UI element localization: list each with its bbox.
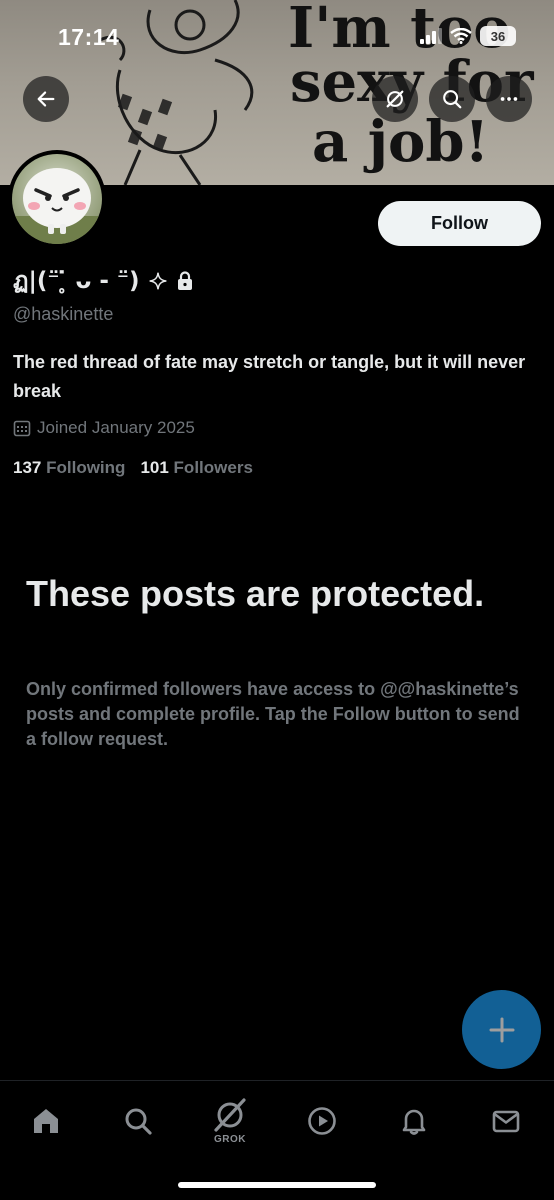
tab-search[interactable]: [114, 1097, 162, 1145]
followers-count: 101: [140, 458, 169, 477]
display-name: ฏ|(⁻̈ ̥̇ ᴗ - ⁻̈): [13, 268, 140, 294]
home-indicator: [178, 1182, 376, 1188]
banner-text-line-3: a job!: [312, 109, 490, 175]
tab-notifications[interactable]: [390, 1097, 438, 1145]
status-icons: 36: [420, 26, 516, 46]
compose-button[interactable]: [462, 990, 541, 1069]
avatar[interactable]: [8, 150, 106, 248]
wifi-icon: [450, 28, 472, 44]
tab-video[interactable]: [298, 1097, 346, 1145]
bio: The red thread of fate may stretch or ta…: [13, 352, 526, 401]
home-icon: [34, 1109, 58, 1133]
follow-button[interactable]: Follow: [378, 201, 541, 246]
protected-description: Only confirmed followers have access to …: [26, 679, 520, 749]
signal-icon: [420, 28, 442, 44]
play-circle-icon: [308, 1107, 336, 1135]
lock-icon: [177, 271, 192, 290]
following-count: 137: [13, 458, 42, 477]
battery-indicator: 36: [480, 26, 516, 46]
followers-label: Followers: [173, 458, 253, 477]
search-button[interactable]: [429, 76, 475, 122]
status-bar: 17:14 36: [0, 0, 554, 70]
display-name-row: ฏ|(⁻̈ ̥̇ ᴗ - ⁻̈): [13, 263, 194, 299]
grok-icon: [214, 1097, 246, 1132]
follow-counts: 137 Following 101 Followers: [13, 458, 253, 478]
bell-icon: [402, 1109, 426, 1135]
back-button[interactable]: [23, 76, 69, 122]
followers-link[interactable]: 101 Followers: [140, 458, 252, 478]
protected-title: These posts are protected.: [26, 573, 485, 614]
search-icon: [443, 90, 462, 109]
grok-button[interactable]: [372, 76, 418, 122]
user-handle: @haskinette: [13, 304, 114, 324]
more-horizontal-icon: [500, 97, 518, 101]
search-icon: [125, 1108, 152, 1135]
arrow-left-icon: [37, 91, 55, 107]
tab-home[interactable]: [22, 1097, 70, 1145]
grok-icon: [386, 90, 404, 108]
status-time: 17:14: [58, 24, 120, 50]
following-label: Following: [46, 458, 126, 477]
tab-grok[interactable]: GROK: [206, 1097, 254, 1145]
calendar-icon: [13, 420, 31, 437]
sparkle-icon: [149, 272, 166, 290]
joined-date: Joined January 2025: [37, 418, 195, 437]
following-link[interactable]: 137 Following: [13, 458, 125, 478]
more-options-button[interactable]: [486, 76, 532, 122]
joined-date-row: Joined January 2025: [13, 418, 195, 438]
mail-icon: [492, 1110, 520, 1133]
tab-grok-label: GROK: [214, 1133, 246, 1145]
plus-icon: [489, 1017, 514, 1042]
tab-messages[interactable]: [482, 1097, 530, 1145]
avatar-image: [12, 154, 102, 244]
